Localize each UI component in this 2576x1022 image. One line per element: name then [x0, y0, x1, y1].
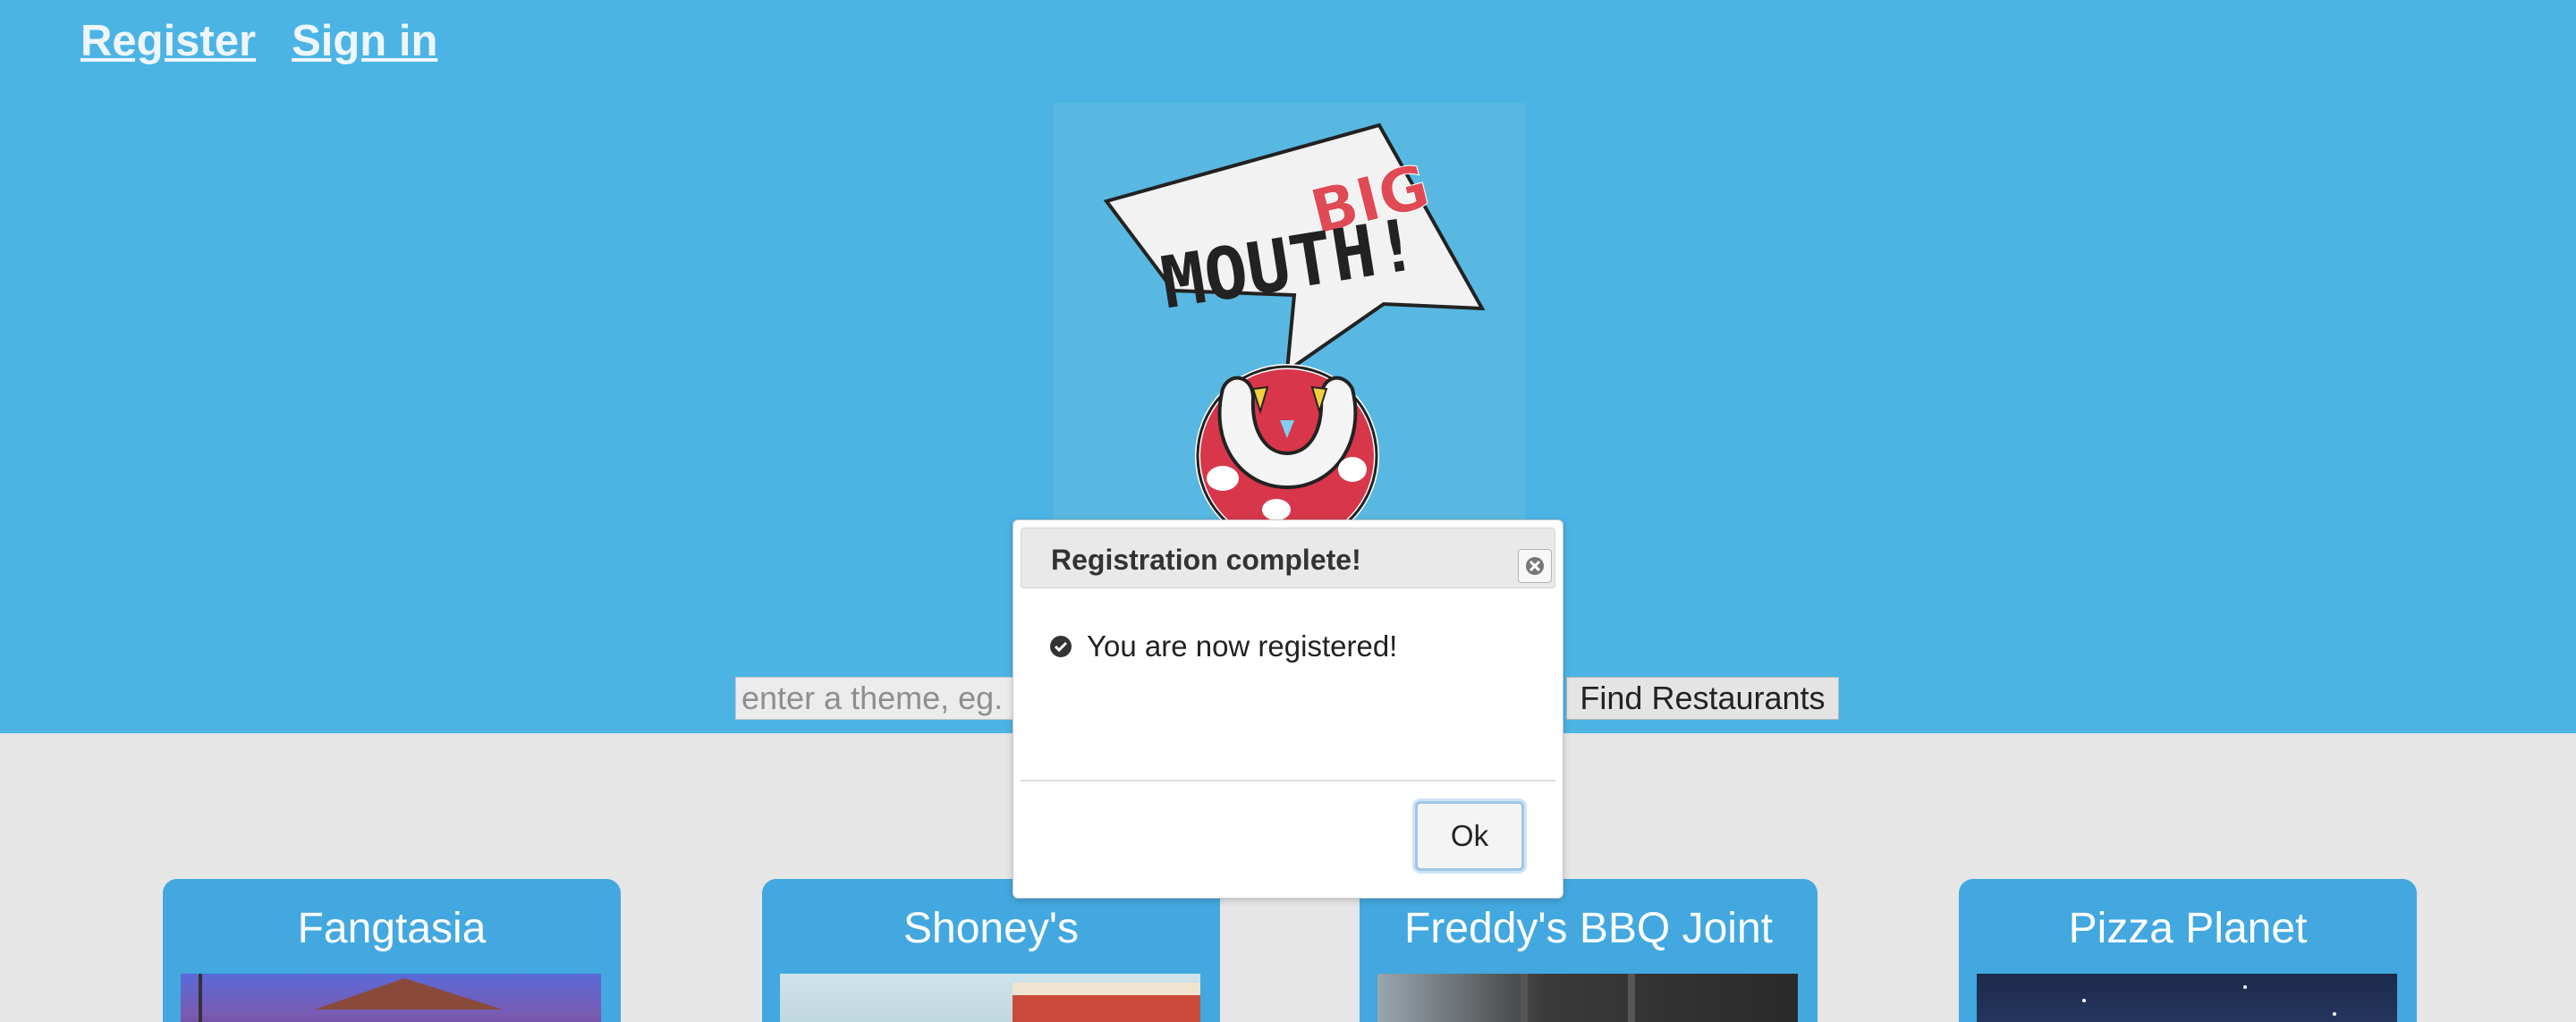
- restaurant-name: Pizza Planet: [2068, 905, 2308, 952]
- dialog-titlebar: Registration complete!: [1021, 528, 1555, 588]
- close-button[interactable]: [1518, 549, 1552, 583]
- restaurant-photo: [780, 974, 1200, 1022]
- registration-dialog: Registration complete! You are now regis…: [1013, 519, 1563, 899]
- dialog-message: You are now registered!: [1049, 629, 1397, 663]
- close-icon: [1526, 557, 1544, 575]
- restaurant-photo: [1377, 974, 1798, 1022]
- dialog-message-text: You are now registered!: [1087, 629, 1398, 663]
- register-link[interactable]: Register: [80, 16, 256, 66]
- restaurant-photo: [181, 974, 601, 1022]
- sign-in-link[interactable]: Sign in: [292, 16, 437, 66]
- dialog-divider: [1021, 780, 1555, 781]
- restaurant-photo: [1977, 974, 2397, 1022]
- restaurant-name: Shoney's: [903, 905, 1079, 952]
- restaurant-name: Fangtasia: [297, 905, 487, 952]
- restaurant-card[interactable]: Fangtasia: [163, 879, 621, 1022]
- ok-button[interactable]: Ok: [1415, 801, 1524, 871]
- restaurant-card[interactable]: Pizza Planet: [1959, 879, 2417, 1022]
- restaurant-name: Freddy's BBQ Joint: [1404, 905, 1773, 952]
- restaurant-card[interactable]: Freddy's BBQ Joint: [1360, 879, 1818, 1022]
- find-restaurants-button[interactable]: Find Restaurants: [1566, 677, 1839, 720]
- big-mouth-logo: BIG MOUTH!: [1053, 103, 1525, 523]
- top-nav: Register Sign in: [80, 16, 437, 66]
- check-circle-icon: [1050, 636, 1072, 657]
- dialog-title: Registration complete!: [1051, 544, 1361, 576]
- restaurant-card[interactable]: Shoney's: [762, 879, 1220, 1022]
